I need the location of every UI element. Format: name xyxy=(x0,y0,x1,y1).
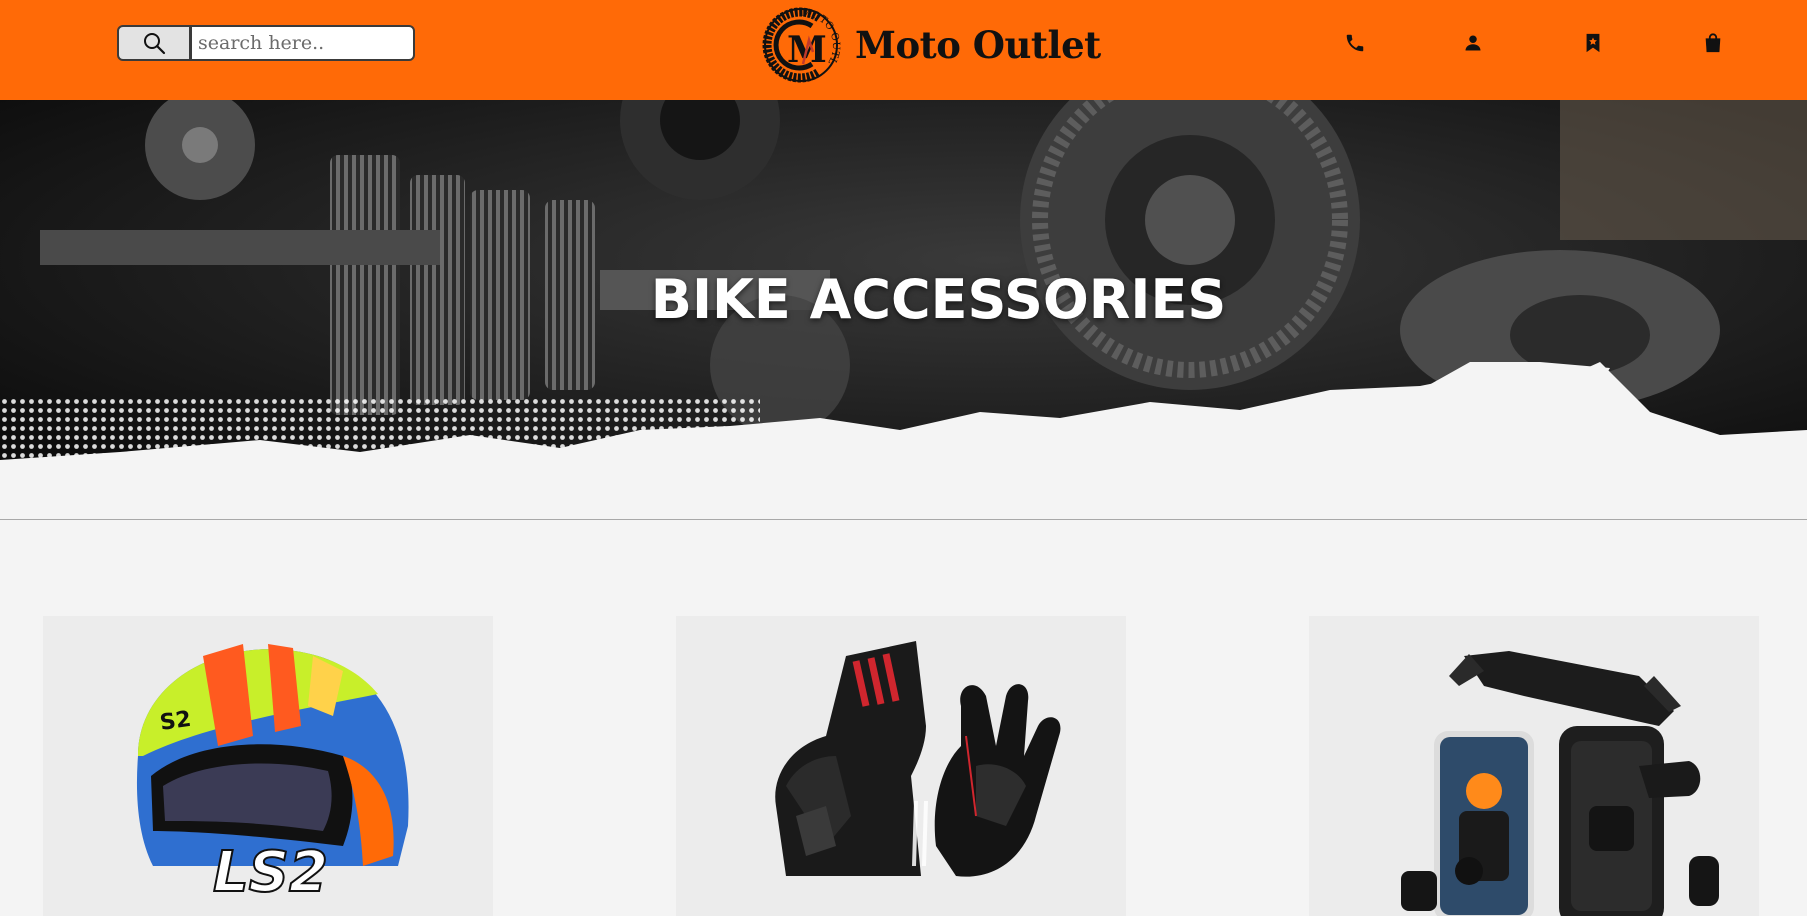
search-icon xyxy=(144,33,166,55)
hero-banner: BIKE ACCESSORIES xyxy=(0,100,1807,500)
search-button[interactable] xyxy=(117,25,191,61)
search-input[interactable] xyxy=(191,25,415,61)
section-divider xyxy=(0,519,1807,520)
product-card-phone-holder[interactable] xyxy=(1309,616,1759,916)
phone-button[interactable] xyxy=(1340,28,1370,58)
gloves-image xyxy=(775,641,1061,877)
search-bar xyxy=(117,25,415,61)
helmet-image: S2 LS2 xyxy=(136,644,409,906)
cart-button[interactable] xyxy=(1698,28,1728,58)
brand-logo: M MOTO OUTLET xyxy=(757,6,841,83)
brand[interactable]: M MOTO OUTLET Moto Outlet xyxy=(757,6,1101,84)
svg-text:LS2: LS2 xyxy=(213,840,328,905)
shopping-bag-icon xyxy=(1705,33,1721,53)
user-icon xyxy=(1465,35,1481,51)
hero-title: BIKE ACCESSORIES xyxy=(650,268,1227,331)
phone-icon xyxy=(1346,34,1364,52)
wishlist-button[interactable] xyxy=(1578,28,1608,58)
product-card-gloves[interactable] xyxy=(676,616,1126,916)
brand-name: Moto Outlet xyxy=(855,23,1101,67)
product-card-helmet[interactable]: S2 LS2 xyxy=(43,616,493,916)
site-header: M MOTO OUTLET Moto Outlet xyxy=(0,0,1807,100)
phone-holder-image xyxy=(1401,651,1719,916)
bookmark-icon xyxy=(1586,33,1600,53)
svg-text:S2: S2 xyxy=(158,707,192,736)
account-button[interactable] xyxy=(1458,28,1488,58)
